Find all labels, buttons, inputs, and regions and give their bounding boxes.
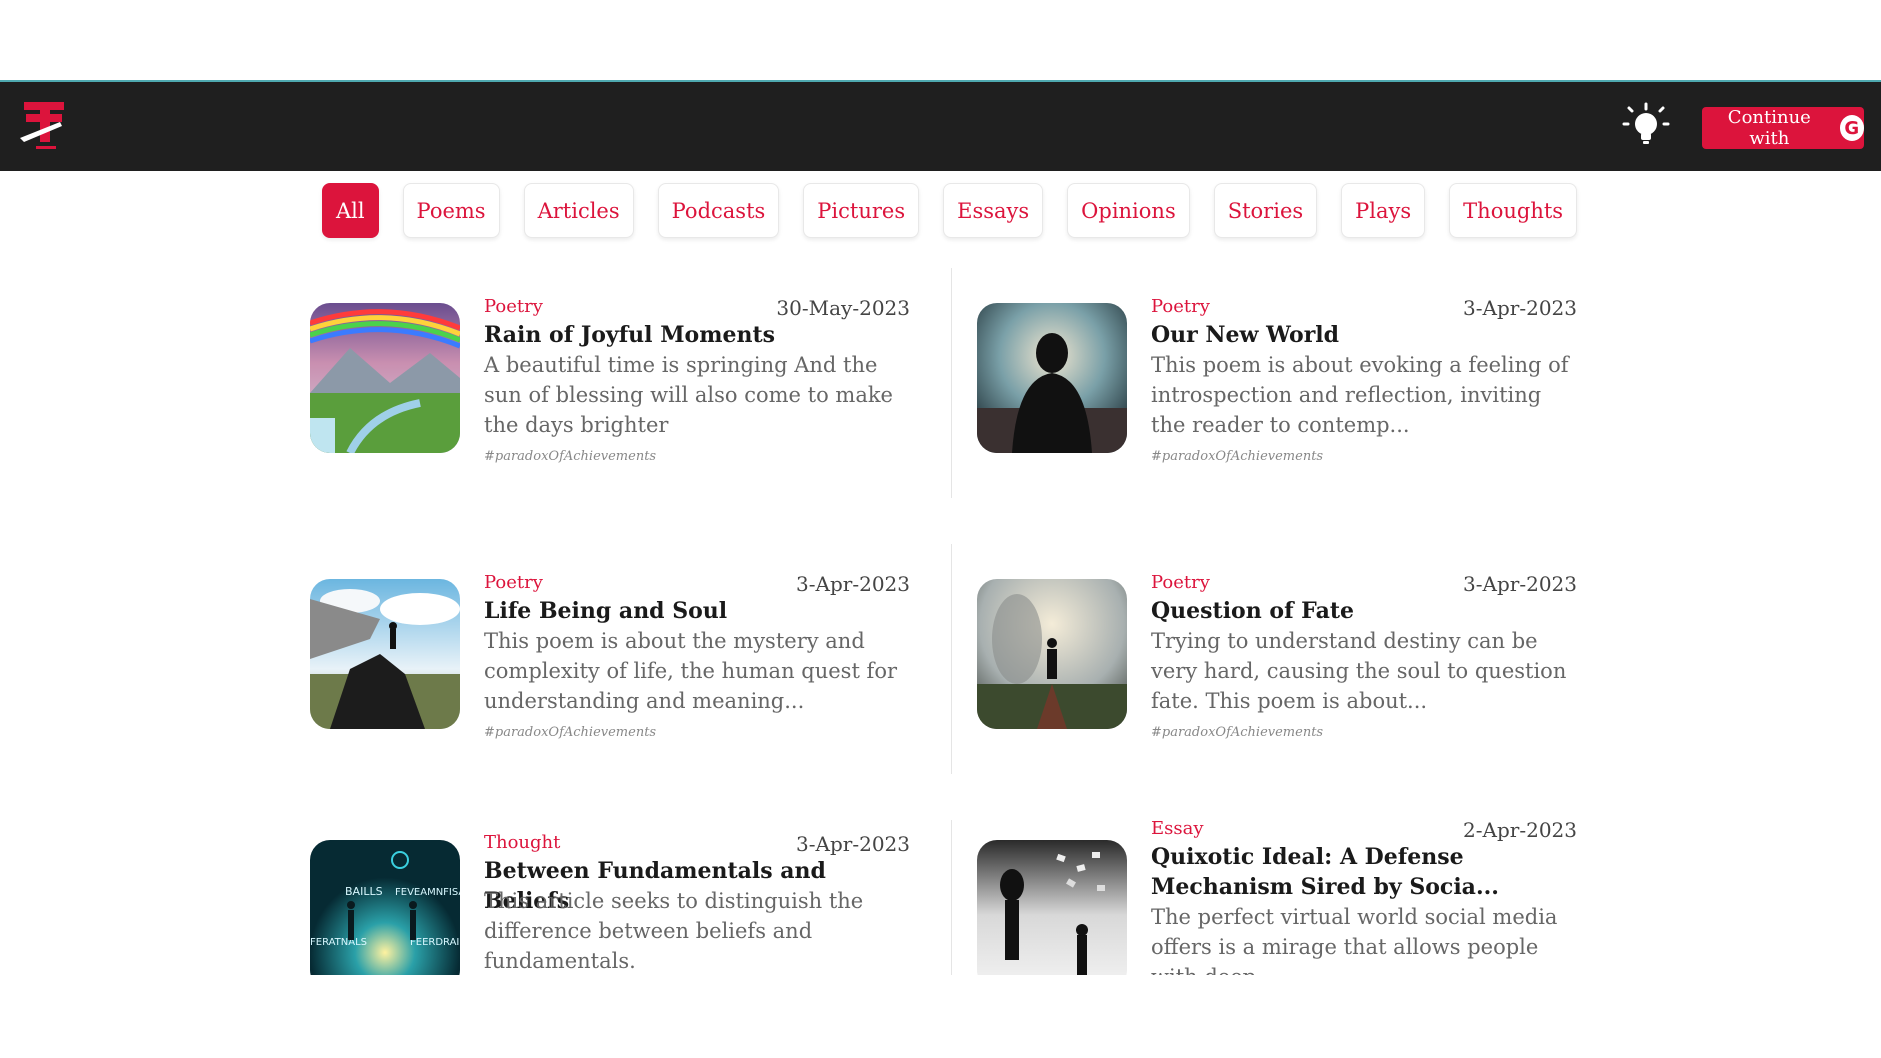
post-card[interactable]: BAILLS FEVEAMNFISA FERATNALS FEERDRAI Th… <box>310 832 910 975</box>
image-text: FERATNALS <box>310 937 367 948</box>
post-excerpt: This poem is about evoking a feeling of … <box>1151 353 1569 437</box>
image-text: FEVEAMNFISA <box>395 887 460 898</box>
post-date: 3-Apr-2023 <box>796 572 910 596</box>
post-date: 3-Apr-2023 <box>1463 296 1577 320</box>
rainbow-valley-image <box>310 303 460 453</box>
tab-all[interactable]: All <box>321 183 379 238</box>
post-card[interactable]: Poetry 3-Apr-2023 Life Being and Soul Th… <box>310 544 910 744</box>
top-navbar: Continue with G <box>0 80 1881 171</box>
column-divider <box>951 268 952 498</box>
post-excerpt: This article seeks to distinguish the di… <box>484 889 864 973</box>
column-divider <box>951 544 952 774</box>
silhouette-sea-image <box>977 303 1127 453</box>
post-card[interactable]: Poetry 30-May-2023 Rain of Joyful Moment… <box>310 268 910 468</box>
category-tabs: All Poems Articles Podcasts Pictures Ess… <box>0 183 1881 239</box>
post-hashtag[interactable]: #paradoxOfAchievements <box>1151 449 1323 464</box>
digital-figures-image: BAILLS FEVEAMNFISA FERATNALS FEERDRAI <box>310 840 460 975</box>
post-excerpt: Trying to understand destiny can be very… <box>1151 629 1567 713</box>
tab-thoughts[interactable]: Thoughts <box>1449 183 1578 238</box>
tab-stories[interactable]: Stories <box>1213 183 1318 238</box>
thrillsy-logo-icon[interactable] <box>16 98 72 154</box>
image-text: FEERDRAI <box>410 937 459 948</box>
social-media-image <box>977 840 1127 975</box>
post-date: 3-Apr-2023 <box>796 832 910 856</box>
post-title[interactable]: Question of Fate <box>1151 596 1577 626</box>
post-thumbnail[interactable] <box>977 579 1127 729</box>
post-date: 3-Apr-2023 <box>1463 572 1577 596</box>
post-category[interactable]: Poetry <box>1151 572 1210 593</box>
post-category[interactable]: Poetry <box>484 296 543 317</box>
post-date: 2-Apr-2023 <box>1463 818 1577 842</box>
post-card[interactable]: Poetry 3-Apr-2023 Question of Fate Tryin… <box>977 544 1577 744</box>
image-text: BAILLS <box>345 885 383 898</box>
post-title[interactable]: Quixotic Ideal: A Defense Mechanism Sire… <box>1151 842 1577 902</box>
google-g-icon: G <box>1839 115 1864 141</box>
post-hashtag[interactable]: #paradoxOfAchievements <box>484 449 656 464</box>
post-title[interactable]: Life Being and Soul <box>484 596 910 626</box>
post-thumbnail[interactable] <box>310 579 460 729</box>
fate-figure-image <box>977 579 1127 729</box>
post-title[interactable]: Our New World <box>1151 320 1577 350</box>
post-category[interactable]: Poetry <box>1151 296 1210 317</box>
post-category[interactable]: Essay <box>1151 818 1204 839</box>
post-card[interactable]: Essay 2-Apr-2023 Quixotic Ideal: A Defen… <box>977 818 1577 975</box>
tab-pictures[interactable]: Pictures <box>803 183 920 238</box>
tab-opinions[interactable]: Opinions <box>1067 183 1190 238</box>
tab-plays[interactable]: Plays <box>1341 183 1426 238</box>
lightbulb-icon[interactable] <box>1622 102 1670 150</box>
post-excerpt: This poem is about the mystery and compl… <box>484 629 898 713</box>
cliff-figure-image <box>310 579 460 729</box>
tab-podcasts[interactable]: Podcasts <box>657 183 780 238</box>
post-title[interactable]: Rain of Joyful Moments <box>484 320 910 350</box>
post-thumbnail[interactable] <box>977 303 1127 453</box>
post-thumbnail[interactable] <box>977 840 1127 975</box>
post-hashtag[interactable]: #paradoxOfAchievements <box>484 725 656 740</box>
tab-poems[interactable]: Poems <box>402 183 500 238</box>
post-card[interactable]: Poetry 3-Apr-2023 Our New World This poe… <box>977 268 1577 468</box>
post-thumbnail[interactable] <box>310 303 460 453</box>
post-excerpt: The perfect virtual world social media o… <box>1151 905 1558 975</box>
post-category[interactable]: Thought <box>484 832 560 853</box>
post-hashtag[interactable]: #paradoxOfAchievements <box>1151 725 1323 740</box>
continue-label: Continue with <box>1727 107 1811 149</box>
post-date: 30-May-2023 <box>776 296 910 320</box>
post-feed: Poetry 30-May-2023 Rain of Joyful Moment… <box>0 268 1881 975</box>
tab-articles[interactable]: Articles <box>523 183 634 238</box>
post-category[interactable]: Poetry <box>484 572 543 593</box>
continue-with-google-button[interactable]: Continue with G <box>1702 107 1864 149</box>
post-thumbnail[interactable]: BAILLS FEVEAMNFISA FERATNALS FEERDRAI <box>310 840 460 975</box>
tab-essays[interactable]: Essays <box>943 183 1044 238</box>
post-excerpt: A beautiful time is springing And the su… <box>484 353 893 437</box>
column-divider <box>951 820 952 975</box>
